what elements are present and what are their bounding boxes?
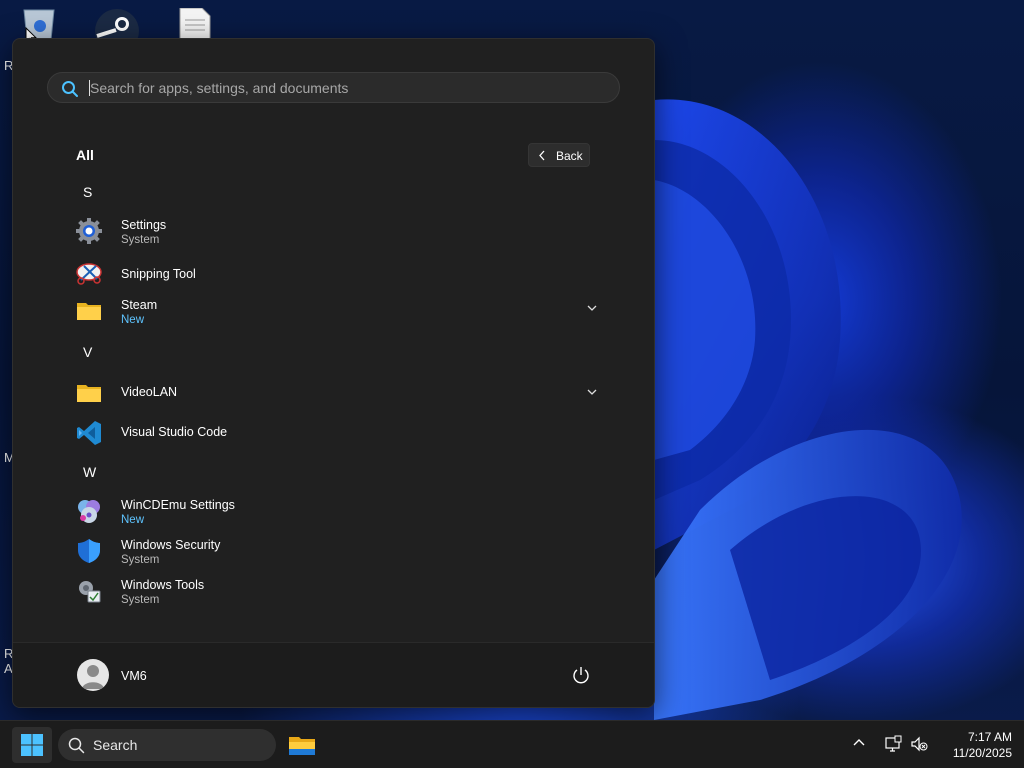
clock-time: 7:17 AM bbox=[967, 730, 1012, 744]
app-name: Settings bbox=[121, 218, 167, 232]
app-subtitle: System bbox=[121, 234, 160, 246]
user-silhouette-icon bbox=[82, 665, 104, 689]
start-menu-footer: VM6 bbox=[13, 642, 654, 707]
volume-muted-icon[interactable] bbox=[910, 735, 928, 753]
app-name: Snipping Tool bbox=[121, 267, 196, 281]
all-apps-heading: All bbox=[76, 147, 94, 163]
chevron-down-icon[interactable] bbox=[587, 304, 597, 312]
windows-tools-icon bbox=[79, 581, 101, 603]
app-name: VideoLAN bbox=[121, 385, 178, 399]
chevron-down-icon[interactable] bbox=[587, 388, 597, 396]
taskbar-search[interactable]: Search bbox=[58, 729, 276, 761]
file-explorer-icon[interactable] bbox=[284, 727, 320, 763]
back-button-label: Back bbox=[556, 149, 583, 163]
start-search-input[interactable] bbox=[90, 77, 590, 99]
search-icon bbox=[68, 737, 85, 754]
app-name: Steam bbox=[121, 298, 158, 312]
taskbar: Search 7:17 AM 11/20/2025 bbox=[0, 720, 1024, 768]
app-new-badge: New bbox=[121, 514, 145, 526]
user-avatar[interactable] bbox=[77, 659, 109, 691]
windows-logo-icon bbox=[21, 734, 43, 756]
clock-date: 11/20/2025 bbox=[952, 746, 1012, 760]
app-item-vscode[interactable]: Visual Studio Code bbox=[71, 414, 597, 450]
app-name: WinCDEmu Settings bbox=[121, 498, 235, 512]
folder-icon bbox=[77, 303, 101, 320]
app-name: Windows Security bbox=[121, 538, 221, 552]
section-letter-w[interactable]: W bbox=[83, 464, 96, 480]
wincdemu-icon bbox=[78, 500, 100, 523]
wallpaper-bloom bbox=[654, 99, 962, 720]
folder-icon bbox=[77, 385, 101, 402]
section-letter-s[interactable]: S bbox=[83, 184, 92, 200]
start-button[interactable] bbox=[12, 727, 52, 763]
start-search-box[interactable] bbox=[47, 72, 620, 103]
user-name[interactable]: VM6 bbox=[121, 669, 147, 683]
taskbar-search-label: Search bbox=[93, 737, 138, 753]
app-subtitle: System bbox=[121, 554, 160, 566]
network-icon[interactable] bbox=[884, 735, 902, 753]
app-name: Windows Tools bbox=[121, 578, 205, 592]
app-item-steam-folder[interactable]: Steam New bbox=[71, 292, 597, 328]
app-item-windows-tools[interactable]: Windows Tools System bbox=[71, 572, 597, 608]
search-icon bbox=[62, 81, 78, 97]
back-button[interactable]: Back bbox=[528, 143, 590, 167]
snipping-tool-icon bbox=[76, 263, 102, 285]
chevron-up-icon[interactable] bbox=[852, 737, 866, 747]
vscode-icon bbox=[77, 421, 101, 445]
chevron-left-icon bbox=[539, 150, 545, 161]
app-item-windows-security[interactable]: Windows Security System bbox=[71, 532, 597, 568]
app-subtitle: System bbox=[121, 594, 160, 606]
app-new-badge: New bbox=[121, 314, 145, 326]
power-icon[interactable] bbox=[571, 665, 591, 685]
start-menu: All Back S Settings System bbox=[12, 38, 655, 708]
shield-icon bbox=[78, 539, 100, 563]
system-clock[interactable]: 7:17 AM 11/20/2025 bbox=[936, 729, 1012, 761]
app-name: Visual Studio Code bbox=[121, 425, 228, 439]
app-item-videolan-folder[interactable]: VideoLAN bbox=[71, 374, 597, 410]
section-letter-v[interactable]: V bbox=[83, 344, 92, 360]
app-item-wincdemu-settings[interactable]: WinCDEmu Settings New bbox=[71, 492, 597, 528]
settings-gear-icon bbox=[76, 218, 102, 244]
app-item-snipping-tool[interactable]: Snipping Tool bbox=[71, 254, 597, 290]
app-item-settings[interactable]: Settings System bbox=[71, 212, 597, 248]
